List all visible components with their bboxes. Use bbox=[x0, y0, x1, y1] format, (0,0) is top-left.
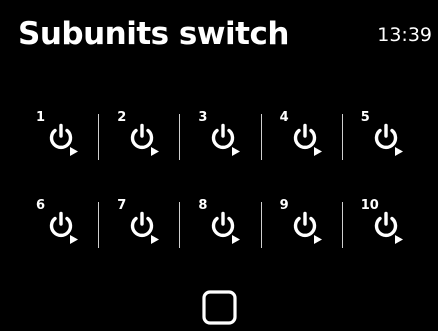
subunit-2-power-button[interactable]: 2 bbox=[117, 110, 167, 164]
subunit-5-power-button[interactable]: 5 bbox=[361, 110, 411, 164]
play-icon bbox=[313, 235, 322, 244]
home-button[interactable] bbox=[202, 290, 237, 325]
subunit-cell-5: 5 bbox=[343, 108, 424, 168]
square-icon bbox=[202, 290, 237, 325]
subunit-cell-8: 8 bbox=[180, 196, 262, 256]
subunit-3-power-button[interactable]: 3 bbox=[198, 110, 248, 164]
subunit-4-power-button[interactable]: 4 bbox=[280, 110, 330, 164]
page-title: Subunits switch bbox=[18, 16, 289, 52]
play-icon bbox=[313, 147, 322, 156]
subunit-number: 4 bbox=[279, 110, 289, 125]
subunit-8-power-button[interactable]: 8 bbox=[198, 198, 248, 252]
subunit-number: 3 bbox=[198, 110, 208, 125]
subunit-number: 8 bbox=[198, 198, 208, 213]
play-icon bbox=[232, 147, 241, 156]
subunit-9-power-button[interactable]: 9 bbox=[280, 198, 330, 252]
subunit-cell-1: 1 bbox=[18, 108, 100, 168]
clock: 13:39 bbox=[377, 24, 432, 46]
subunit-number: 7 bbox=[117, 198, 127, 213]
subunit-number: 1 bbox=[36, 110, 46, 125]
header-bar: Subunits switch 13:39 bbox=[0, 0, 438, 70]
subunit-10-power-button[interactable]: 10 bbox=[361, 198, 411, 252]
subunit-cell-3: 3 bbox=[180, 108, 262, 168]
subunit-grid: 1 2 3 4 5 6 7 8 9 10 bbox=[18, 108, 424, 256]
subunit-number: 2 bbox=[117, 110, 127, 125]
play-icon bbox=[151, 147, 160, 156]
play-icon bbox=[151, 235, 160, 244]
subunit-1-power-button[interactable]: 1 bbox=[36, 110, 86, 164]
subunit-7-power-button[interactable]: 7 bbox=[117, 198, 167, 252]
subunit-cell-10: 10 bbox=[343, 196, 424, 256]
play-icon bbox=[70, 235, 78, 244]
subunit-6-power-button[interactable]: 6 bbox=[36, 198, 86, 252]
play-icon bbox=[394, 235, 403, 244]
play-icon bbox=[232, 235, 241, 244]
subunit-row-1: 1 2 3 4 5 bbox=[18, 108, 424, 168]
subunit-cell-2: 2 bbox=[99, 108, 181, 168]
subunit-number: 9 bbox=[279, 198, 289, 213]
play-icon bbox=[394, 147, 403, 156]
subunit-cell-6: 6 bbox=[18, 196, 100, 256]
subunit-cell-7: 7 bbox=[99, 196, 181, 256]
subunit-cell-9: 9 bbox=[262, 196, 343, 256]
subunit-cell-4: 4 bbox=[262, 108, 343, 168]
subunit-number: 6 bbox=[36, 198, 46, 213]
play-icon bbox=[70, 147, 78, 156]
subunit-number: 5 bbox=[360, 110, 370, 125]
subunit-row-2: 6 7 8 9 10 bbox=[18, 196, 424, 256]
